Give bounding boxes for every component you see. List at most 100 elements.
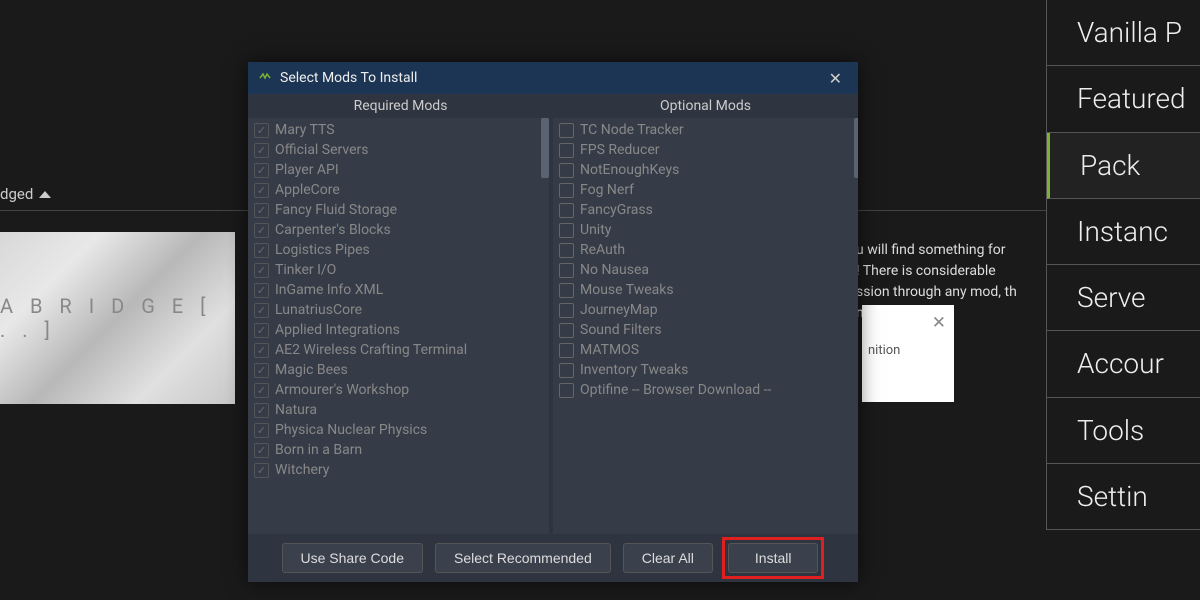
scrollbar-thumb[interactable] xyxy=(541,118,549,178)
right-tab[interactable]: Instanc xyxy=(1047,199,1200,265)
checkbox-icon xyxy=(254,263,269,278)
required-column: Required Mods Mary TTSOfficial ServersPl… xyxy=(248,94,553,534)
optional-header: Optional Mods xyxy=(553,94,858,118)
mod-row[interactable]: Fog Nerf xyxy=(553,180,858,200)
mod-row: Witchery xyxy=(248,460,549,480)
checkbox-icon xyxy=(254,343,269,358)
checkbox[interactable] xyxy=(559,183,574,198)
mod-label: AppleCore xyxy=(275,182,340,198)
mod-label: Player API xyxy=(275,162,339,178)
mod-label: Fancy Fluid Storage xyxy=(275,202,397,218)
checkbox[interactable] xyxy=(559,363,574,378)
mod-row[interactable]: MATMOS xyxy=(553,340,858,360)
checkbox-icon xyxy=(254,183,269,198)
desc-line: ssion through any mod, th xyxy=(856,282,1036,303)
mod-row[interactable]: Optifine -- Browser Download -- xyxy=(553,380,858,400)
checkbox-icon xyxy=(254,283,269,298)
clear-all-button[interactable]: Clear All xyxy=(623,543,713,573)
checkbox[interactable] xyxy=(559,303,574,318)
mod-label: Sound Filters xyxy=(580,322,662,338)
checkbox[interactable] xyxy=(559,383,574,398)
right-sidebar: Vanilla PFeatured PackInstancServeAccour… xyxy=(1046,0,1200,530)
mod-label: Fog Nerf xyxy=(580,182,634,198)
modal-body: Required Mods Mary TTSOfficial ServersPl… xyxy=(248,94,858,534)
right-tab[interactable]: Featured xyxy=(1047,66,1200,132)
close-icon[interactable]: ✕ xyxy=(823,67,848,90)
mod-label: Unity xyxy=(580,222,611,238)
checkbox-icon xyxy=(254,443,269,458)
mod-row: Fancy Fluid Storage xyxy=(248,200,549,220)
mod-row: InGame Info XML xyxy=(248,280,549,300)
mod-row[interactable]: Mouse Tweaks xyxy=(553,280,858,300)
right-tab[interactable]: Tools xyxy=(1047,398,1200,464)
checkbox-icon xyxy=(254,303,269,318)
mod-label: Official Servers xyxy=(275,142,369,158)
mod-label: Logistics Pipes xyxy=(275,242,370,258)
mod-label: FPS Reducer xyxy=(580,142,660,158)
mod-row: Magic Bees xyxy=(248,360,549,380)
checkbox[interactable] xyxy=(559,223,574,238)
scrollbar[interactable] xyxy=(854,118,858,534)
checkbox[interactable] xyxy=(559,343,574,358)
mod-row[interactable]: NotEnoughKeys xyxy=(553,160,858,180)
mod-row[interactable]: JourneyMap xyxy=(553,300,858,320)
filter-text: dged xyxy=(0,185,33,203)
mod-row[interactable]: FPS Reducer xyxy=(553,140,858,160)
desc-line: ! There is considerable xyxy=(856,261,1036,282)
checkbox-icon xyxy=(254,423,269,438)
mod-label: Tinker I/O xyxy=(275,262,336,278)
checkbox[interactable] xyxy=(559,143,574,158)
mod-row: Armourer's Workshop xyxy=(248,380,549,400)
select-recommended-button[interactable]: Select Recommended xyxy=(435,543,611,573)
install-button[interactable]: Install xyxy=(728,543,819,573)
mod-label: Magic Bees xyxy=(275,362,348,378)
checkbox[interactable] xyxy=(559,283,574,298)
mod-row[interactable]: ReAuth xyxy=(553,240,858,260)
checkbox[interactable] xyxy=(559,163,574,178)
checkbox[interactable] xyxy=(559,323,574,338)
checkbox[interactable] xyxy=(559,123,574,138)
mod-row[interactable]: FancyGrass xyxy=(553,200,858,220)
mod-label: NotEnoughKeys xyxy=(580,162,679,178)
optional-column: Optional Mods TC Node Tracker FPS Reducer… xyxy=(553,94,858,534)
mod-label: Applied Integrations xyxy=(275,322,400,338)
mod-row[interactable]: Unity xyxy=(553,220,858,240)
checkbox[interactable] xyxy=(559,263,574,278)
right-tab[interactable]: Vanilla P xyxy=(1047,0,1200,66)
checkbox-icon xyxy=(254,243,269,258)
mod-row[interactable]: Inventory Tweaks xyxy=(553,360,858,380)
scrollbar[interactable] xyxy=(541,118,549,534)
mod-row: Natura xyxy=(248,400,549,420)
mod-row: Born in a Barn xyxy=(248,440,549,460)
mod-label: Witchery xyxy=(275,462,329,478)
checkbox-icon xyxy=(254,223,269,238)
checkbox[interactable] xyxy=(559,243,574,258)
mod-row[interactable]: TC Node Tracker xyxy=(553,120,858,140)
mod-label: FancyGrass xyxy=(580,202,653,218)
mod-row: Tinker I/O xyxy=(248,260,549,280)
mod-label: InGame Info XML xyxy=(275,282,383,298)
mod-row: Applied Integrations xyxy=(248,320,549,340)
mod-row[interactable]: Sound Filters xyxy=(553,320,858,340)
mod-row: Mary TTS xyxy=(248,120,549,140)
mod-label: Armourer's Workshop xyxy=(275,382,409,398)
required-list: Mary TTS Official Servers Player API AppleC… xyxy=(248,118,553,534)
pack-thumb-text: A B R I D G E [ . . ] xyxy=(0,294,225,342)
filter-label[interactable]: dged xyxy=(0,185,51,203)
right-tab[interactable]: Serve xyxy=(1047,265,1200,331)
optional-list: TC Node Tracker FPS Reducer NotEnoughKeys F… xyxy=(553,118,858,534)
right-tab[interactable]: Accour xyxy=(1047,331,1200,397)
mod-row[interactable]: No Nausea xyxy=(553,260,858,280)
checkbox[interactable] xyxy=(559,203,574,218)
scrollbar-thumb[interactable] xyxy=(854,118,858,178)
use-share-code-button[interactable]: Use Share Code xyxy=(282,543,424,573)
checkbox-icon xyxy=(254,383,269,398)
mod-label: Mouse Tweaks xyxy=(580,282,674,298)
right-tab[interactable]: Settin xyxy=(1047,464,1200,530)
app-icon xyxy=(258,71,272,85)
mod-row: LunatriusCore xyxy=(248,300,549,320)
mod-label: Inventory Tweaks xyxy=(580,362,688,378)
pack-thumbnail[interactable]: A B R I D G E [ . . ] xyxy=(0,232,235,404)
close-icon[interactable]: ✕ xyxy=(932,313,946,333)
right-tab[interactable]: Pack xyxy=(1047,133,1200,199)
